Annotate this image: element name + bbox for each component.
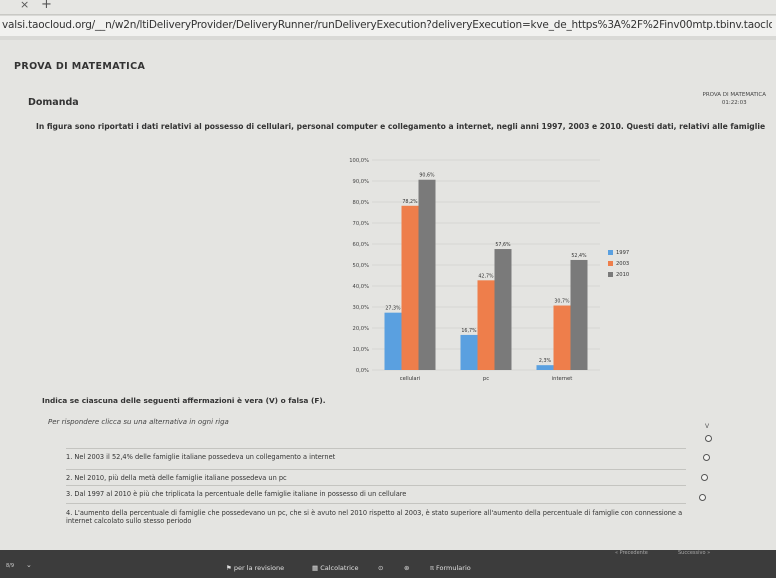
new-tab-icon[interactable]: + xyxy=(41,0,52,12)
bar xyxy=(401,205,419,370)
address-url[interactable]: valsi.taocloud.org/__n/w2n/ltiDeliveryPr… xyxy=(2,19,772,31)
y-tick-label: 20,0% xyxy=(353,326,370,332)
timer: 01:22:03 xyxy=(721,100,747,106)
bar xyxy=(570,259,588,370)
radio-v-statement-3[interactable] xyxy=(701,474,708,481)
statement-row-2: 2. Nel 2010, più della metà delle famigl… xyxy=(66,469,686,482)
x-tick-label: pc xyxy=(483,376,489,382)
radio-v-statement-1[interactable] xyxy=(705,435,712,442)
statement-row-3: 3. Dal 1997 al 2010 è più che triplicata… xyxy=(66,485,686,498)
calculator-icon: ▦ xyxy=(312,564,321,572)
data-label: 90,6% xyxy=(419,173,435,179)
bar xyxy=(384,312,402,370)
statement-text: 4. L'aumento della percentuale di famigl… xyxy=(66,509,683,525)
test-info: PROVA DI MATEMATICA 01:22:03 xyxy=(703,91,766,107)
radio-v-statement-4[interactable] xyxy=(699,494,706,501)
radio-v-statement-2[interactable] xyxy=(703,454,710,461)
instruction-text: Indica se ciascuna delle seguenti afferm… xyxy=(42,396,326,405)
legend-swatch xyxy=(608,261,613,266)
section-label: Domanda xyxy=(28,97,79,108)
statement-text: 2. Nel 2010, più della metà delle famigl… xyxy=(66,474,287,482)
data-label: 52,4% xyxy=(571,253,587,259)
legend-label: 2003 xyxy=(616,261,629,267)
bar xyxy=(418,179,436,370)
y-tick-label: 10,0% xyxy=(353,347,370,353)
test-info-title: PROVA DI MATEMATICA xyxy=(702,92,766,98)
y-tick-label: 30,0% xyxy=(353,305,370,311)
legend-swatch xyxy=(608,250,613,255)
bar xyxy=(477,280,495,370)
next-button[interactable]: Successivo » xyxy=(678,550,710,556)
settings-icon[interactable]: ⊛ xyxy=(404,564,409,572)
y-tick-label: 90,0% xyxy=(353,179,370,185)
address-bar[interactable]: valsi.taocloud.org/__n/w2n/ltiDeliveryPr… xyxy=(0,16,776,36)
x-tick-label: cellulari xyxy=(400,376,420,382)
flag-icon: ⚑ xyxy=(226,564,234,572)
data-label: 16,7% xyxy=(461,328,477,334)
page-menu-chevron-icon[interactable]: ⌄ xyxy=(26,561,32,569)
legend-label: 1997 xyxy=(616,250,629,256)
browser-tab-strip: × + xyxy=(0,0,776,15)
footer-toolbar: 8/9 ⌄ ⚑ per la revisione ▦ Calcolatrice … xyxy=(0,550,776,578)
formulary-button[interactable]: π Formulario xyxy=(430,564,471,572)
bar xyxy=(553,305,571,370)
y-tick-label: 40,0% xyxy=(353,284,370,290)
answer-hint: Per rispondere clicca su una alternativa… xyxy=(48,418,229,426)
y-tick-label: 70,0% xyxy=(353,221,370,227)
data-label: 30,7% xyxy=(554,299,570,305)
statement-row-4: 4. L'aumento della percentuale di famigl… xyxy=(66,503,686,525)
statement-text: 3. Dal 1997 al 2010 è più che triplicata… xyxy=(66,490,407,498)
previous-button[interactable]: « Precedente xyxy=(615,550,648,556)
x-tick-label: internet xyxy=(552,376,573,382)
tab-close-icon[interactable]: × xyxy=(20,0,29,11)
calculator-button[interactable]: ▦ Calcolatrice xyxy=(312,564,359,572)
data-label: 27,3% xyxy=(385,306,401,312)
statement-row-1: 1. Nel 2003 il 52,4% delle famiglie ital… xyxy=(66,448,686,461)
data-label: 42,7% xyxy=(478,273,494,279)
question-text: In figura sono riportati i dati relativi… xyxy=(36,122,766,131)
bar-chart: 0,0% 10,0% 20,0% 30,0% 40,0% 50,0% 60,0% 70,0% 8… xyxy=(349,158,629,382)
legend-swatch xyxy=(608,272,613,277)
y-tick-label: 60,0% xyxy=(353,242,370,248)
data-label: 2,3% xyxy=(539,358,552,364)
bar xyxy=(536,365,554,370)
bar xyxy=(494,249,512,370)
bar xyxy=(460,334,478,370)
review-button[interactable]: ⚑ per la revisione xyxy=(226,564,284,572)
column-header-v: V xyxy=(705,423,710,430)
data-label: 78,2% xyxy=(402,199,418,205)
y-tick-label: 80,0% xyxy=(353,200,370,206)
y-tick-label: 100,0% xyxy=(349,158,369,164)
data-label: 57,6% xyxy=(495,242,511,248)
magnifier-icon[interactable]: ⊙ xyxy=(378,564,383,572)
y-tick-label: 0,0% xyxy=(356,368,369,374)
y-tick-label: 50,0% xyxy=(353,263,370,269)
statement-text: 1. Nel 2003 il 52,4% delle famiglie ital… xyxy=(66,453,336,461)
app-title: PROVA DI MATEMATICA xyxy=(14,61,146,72)
legend-label: 2010 xyxy=(616,272,629,278)
page-counter: 8/9 xyxy=(6,563,15,569)
